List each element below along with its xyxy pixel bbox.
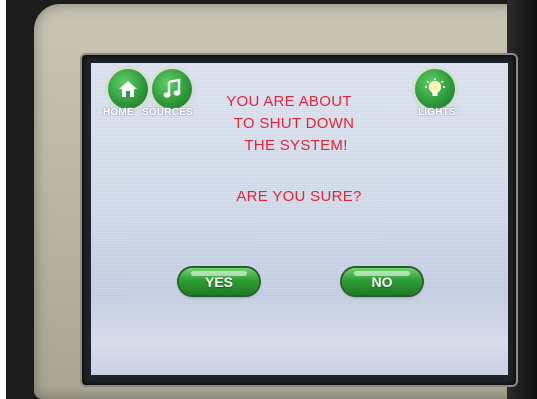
sources-button[interactable] <box>152 69 192 109</box>
no-button[interactable]: NO <box>342 268 422 295</box>
lights-label: LIGHTS <box>418 107 456 118</box>
home-icon <box>117 79 139 99</box>
screen-glare <box>91 293 508 375</box>
sources-label: SOURCES <box>142 107 193 118</box>
yes-button-label: YES <box>204 273 233 290</box>
touch-screen: HOME SOURCES LIGHTS YOU ARE ABOUT TO SHU… <box>91 63 508 375</box>
warning-line-2: TO SHUT DOWN <box>233 115 355 132</box>
music-note-icon <box>162 78 182 100</box>
warning-line-1: YOU ARE ABOUT <box>226 93 352 110</box>
home-label: HOME <box>103 107 134 118</box>
lights-button[interactable] <box>415 69 455 109</box>
light-bulb-icon <box>425 78 445 100</box>
home-button[interactable] <box>108 69 148 109</box>
warning-line-3: THE SYSTEM! <box>244 137 348 154</box>
yes-button[interactable]: YES <box>179 268 259 295</box>
confirm-question: ARE YOU SURE? <box>236 188 362 205</box>
no-button-label: NO <box>371 273 393 290</box>
